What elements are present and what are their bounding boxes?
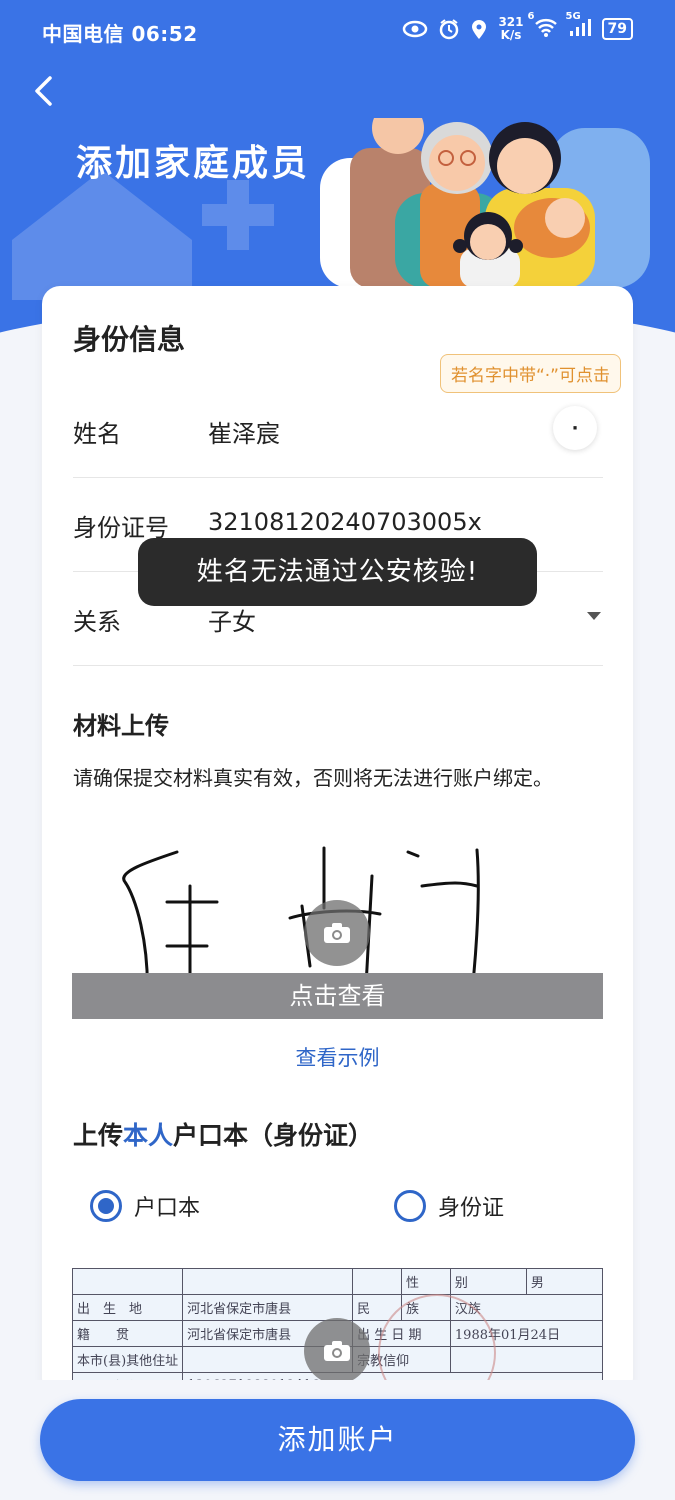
- upload-title: 上传本人户口本（身份证）: [73, 1116, 373, 1152]
- signature-upload-area[interactable]: 点击查看: [72, 846, 603, 1019]
- radio-hukou-label: 户口本: [134, 1196, 201, 1221]
- radio-unchecked-icon[interactable]: [394, 1190, 426, 1222]
- page-title: 添加家庭成员: [76, 143, 311, 184]
- camera-button-hukou[interactable]: [304, 1318, 370, 1384]
- relation-value[interactable]: 子女: [208, 602, 256, 637]
- dot-tooltip: 若名字中带“·”可点击: [439, 354, 621, 393]
- net-speed-unit: K/s: [500, 28, 522, 42]
- hukou-cell: 出 生 地: [72, 1294, 184, 1321]
- status-icons: 321 K/s 6 5G 79: [402, 11, 633, 42]
- hukou-cell: 籍 贯: [72, 1320, 184, 1347]
- add-account-button[interactable]: 添加账户: [40, 1399, 635, 1481]
- carrier-time: 中国电信 06:52: [42, 22, 198, 46]
- view-upload-overlay[interactable]: 点击查看: [72, 973, 603, 1019]
- relation-label: 关系: [73, 608, 121, 636]
- upload-title-suffix: 户口本（身份证）: [173, 1121, 374, 1150]
- camera-button[interactable]: [304, 900, 370, 966]
- name-row: 姓名 崔泽宸 若名字中带“·”可点击 ·: [73, 354, 621, 478]
- form-card: 身份信息 姓名 崔泽宸 若名字中带“·”可点击 · 身份证号 321081202…: [42, 286, 633, 1396]
- error-toast: 姓名无法通过公安核验!: [138, 538, 537, 606]
- cell-gen: 5G: [565, 11, 581, 22]
- battery-icon: 79: [601, 18, 633, 40]
- hukou-cell: 河北省保定市唐县: [182, 1294, 354, 1321]
- back-arrow-icon[interactable]: [28, 72, 60, 110]
- status-bar: 中国电信 06:52 321 K/s 6 5G 79: [0, 0, 675, 64]
- net-speed: 321 K/s: [498, 16, 523, 42]
- signal-group: 5G: [566, 11, 592, 41]
- id-value[interactable]: 32108120240703005x: [208, 508, 482, 536]
- camera-icon: [324, 923, 350, 943]
- identity-section-title: 身份信息: [73, 323, 186, 356]
- upload-title-highlight: 本人: [123, 1121, 174, 1150]
- materials-section-title: 材料上传: [73, 712, 169, 740]
- wifi-icon: [534, 19, 557, 37]
- hukou-cell: 本市(县)其他住址: [72, 1346, 184, 1373]
- hukou-cell: [72, 1268, 184, 1295]
- view-example-link[interactable]: 查看示例: [42, 1042, 633, 1072]
- radio-checked-icon[interactable]: [90, 1190, 122, 1222]
- insert-dot-button[interactable]: ·: [553, 406, 597, 450]
- radio-idcard[interactable]: 身份证: [394, 1190, 504, 1222]
- wifi-group: 6: [528, 11, 558, 41]
- radio-idcard-label: 身份证: [438, 1196, 505, 1221]
- radio-hukou[interactable]: 户口本: [90, 1190, 200, 1222]
- alarm-icon: [440, 19, 459, 40]
- name-value[interactable]: 崔泽宸: [208, 414, 280, 449]
- hukou-cell: [182, 1268, 354, 1295]
- hukou-preview-image[interactable]: 性 别 男 出 生 地 河北省保定市唐县 民 族 汉族 籍 贯 河北省保定市唐县…: [72, 1268, 603, 1396]
- name-label: 姓名: [73, 420, 121, 448]
- location-icon: [472, 20, 487, 39]
- hukou-cell: 男: [525, 1268, 603, 1295]
- eye-icon: [403, 20, 428, 38]
- camera-icon: [324, 1341, 350, 1361]
- materials-description: 请确保提交材料真实有效，否则将无法进行账户绑定。: [73, 766, 553, 790]
- dropdown-arrow-icon[interactable]: [587, 612, 601, 620]
- upload-title-prefix: 上传: [73, 1121, 124, 1150]
- bottom-bar: 添加账户: [0, 1380, 675, 1500]
- family-illustration: [320, 118, 650, 288]
- wifi-gen: 6: [527, 11, 535, 22]
- battery-level: 79: [607, 21, 627, 37]
